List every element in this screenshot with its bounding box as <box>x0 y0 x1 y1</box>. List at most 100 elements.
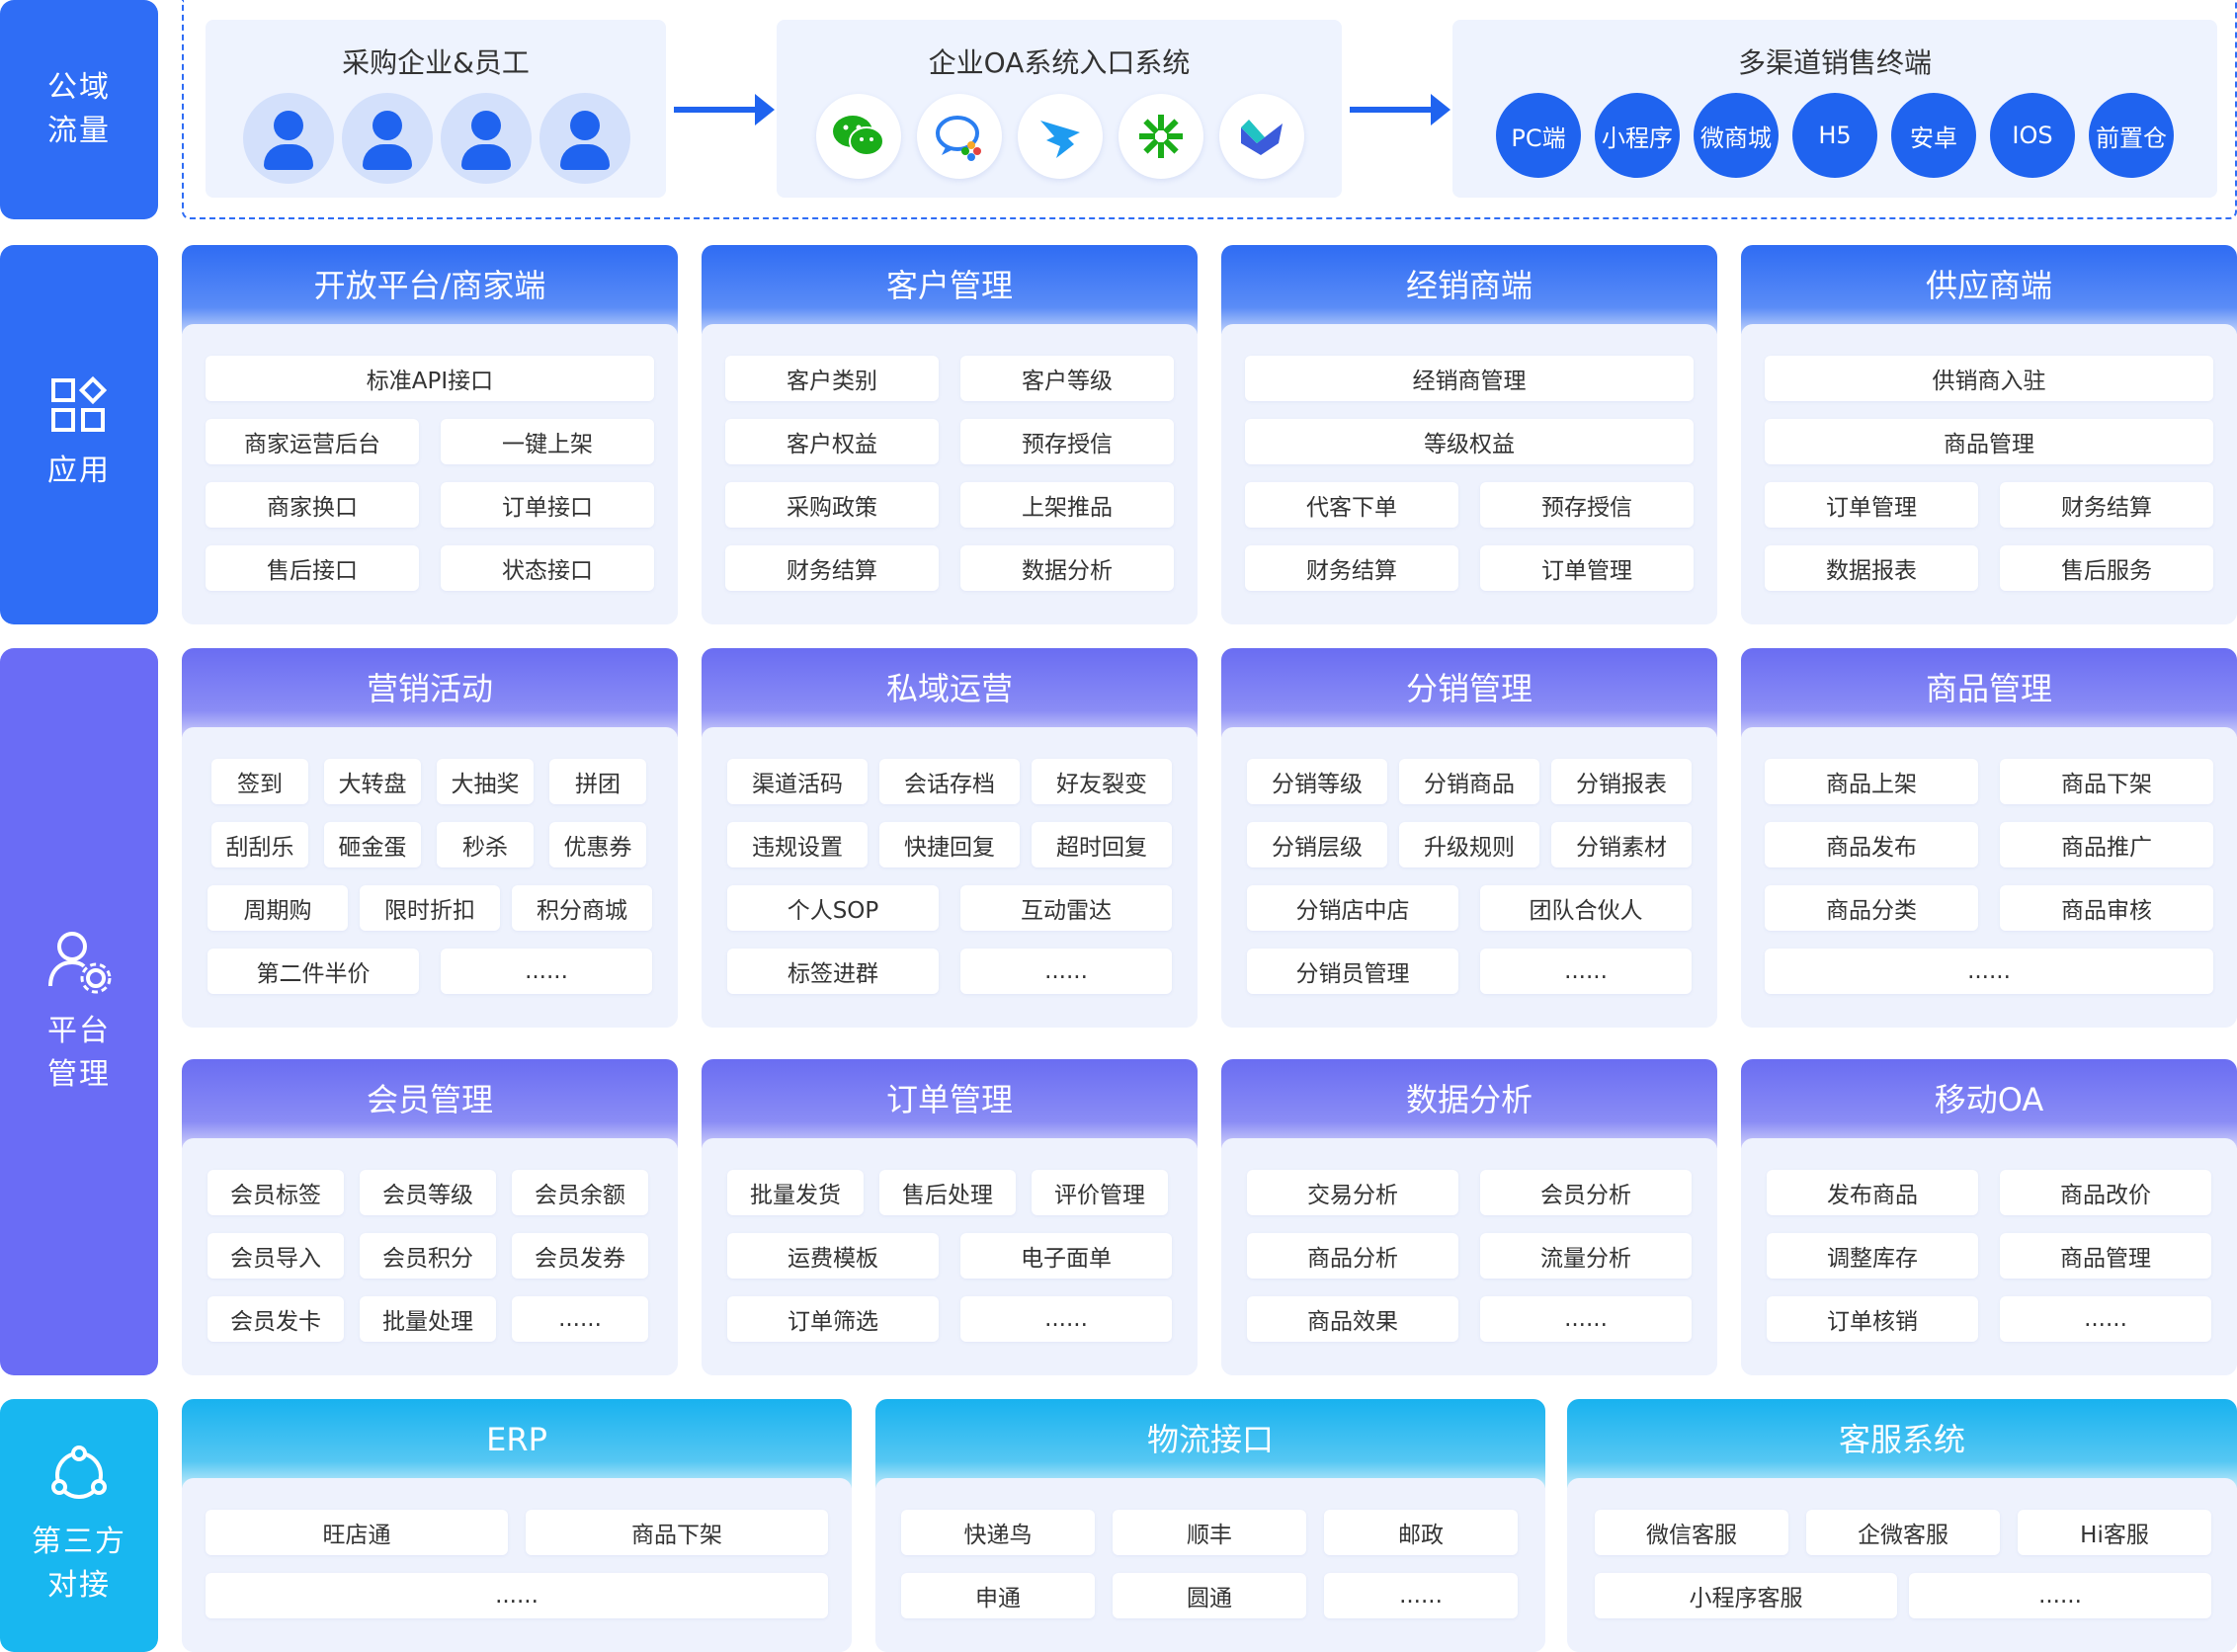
buyer-avatar-1 <box>243 93 334 184</box>
module-item: 分销商品 <box>1399 759 1539 804</box>
module-item: 邮政 <box>1324 1510 1518 1555</box>
module-title: 会员管理 <box>182 1059 678 1148</box>
module-item: 商品下架 <box>526 1510 828 1555</box>
category-apps-label: 应用 <box>47 454 111 488</box>
channel-microshop: 微商城 <box>1694 93 1779 178</box>
module-mobile-oa: 移动OA 发布商品 商品改价 调整库存 商品管理 订单核销 ...... <box>1741 1059 2237 1375</box>
module-title: 开放平台/商家端 <box>182 245 678 334</box>
user-settings-icon <box>48 932 112 994</box>
module-marketing: 营销活动 签到 大转盘 大抽奖 拼团 刮刮乐 砸金蛋 秒杀 优惠券 周期购 限时… <box>182 648 678 1028</box>
module-title: 商品管理 <box>1741 648 2237 737</box>
module-item: ...... <box>960 1296 1172 1342</box>
buyer-avatar-2 <box>342 93 433 184</box>
module-item: ...... <box>1480 949 1692 994</box>
module-item: 经销商管理 <box>1245 356 1694 401</box>
module-item: 代客下单 <box>1245 482 1458 528</box>
channel-front-warehouse: 前置仓 <box>2089 93 2174 178</box>
category-traffic-line1: 公域 <box>47 70 111 105</box>
module-item: 数据分析 <box>960 545 1174 591</box>
module-distribution: 分销管理 分销等级 分销商品 分销报表 分销层级 升级规则 分销素材 分销店中店… <box>1221 648 1717 1028</box>
module-item: 订单管理 <box>1765 482 1978 528</box>
module-item: 财务结算 <box>725 545 939 591</box>
lark-icon <box>1219 94 1304 179</box>
module-item: ...... <box>960 949 1172 994</box>
apps-grid-icon <box>51 376 108 432</box>
module-item: 申通 <box>901 1573 1095 1618</box>
channel-miniprogram: 小程序 <box>1595 93 1680 178</box>
module-item: 会员积分 <box>360 1233 496 1279</box>
module-item: 预存授信 <box>1480 482 1694 528</box>
buyer-avatar-4 <box>539 93 630 184</box>
module-title: 分销管理 <box>1221 648 1717 737</box>
module-item: 等级权益 <box>1245 419 1694 464</box>
module-item: 发布商品 <box>1767 1170 1978 1215</box>
module-item: 订单核销 <box>1767 1296 1978 1342</box>
module-item: 财务结算 <box>2000 482 2213 528</box>
module-item: 评价管理 <box>1032 1170 1168 1215</box>
module-item: 秒杀 <box>437 822 534 867</box>
wechat-icon <box>816 94 901 179</box>
module-item: 订单筛选 <box>727 1296 939 1342</box>
module-item: 商品审核 <box>2000 885 2213 931</box>
module-item: ...... <box>512 1296 648 1342</box>
module-item: 调整库存 <box>1767 1233 1978 1279</box>
module-item: 商品分析 <box>1247 1233 1458 1279</box>
module-title: 私域运营 <box>702 648 1198 737</box>
module-item: 小程序客服 <box>1595 1573 1897 1618</box>
module-item: ...... <box>206 1573 828 1618</box>
category-apps: 应用 <box>0 245 158 624</box>
module-item: 商品分类 <box>1765 885 1978 931</box>
module-item: 升级规则 <box>1399 822 1539 867</box>
module-item: 订单接口 <box>441 482 654 528</box>
module-item: 售后接口 <box>206 545 419 591</box>
buyer-avatar-3 <box>441 93 532 184</box>
module-title: 客户管理 <box>702 245 1198 334</box>
module-item: 顺丰 <box>1113 1510 1306 1555</box>
module-item: 商品下架 <box>2000 759 2213 804</box>
module-item: 采购政策 <box>725 482 939 528</box>
category-platform-line2: 管理 <box>47 1057 111 1092</box>
module-item: 商品效果 <box>1247 1296 1458 1342</box>
module-item: 批量发货 <box>727 1170 864 1215</box>
module-item: 客户等级 <box>960 356 1174 401</box>
module-item: 客户类别 <box>725 356 939 401</box>
category-third-line1: 第三方 <box>32 1525 126 1559</box>
module-item: 商品管理 <box>2000 1233 2211 1279</box>
channel-ios: IOS <box>1990 93 2075 178</box>
module-item: 第二件半价 <box>207 949 419 994</box>
module-item: 商品上架 <box>1765 759 1978 804</box>
module-item: 砸金蛋 <box>324 822 421 867</box>
module-order: 订单管理 批量发货 售后处理 评价管理 运费模板 电子面单 订单筛选 .....… <box>702 1059 1198 1375</box>
module-item: 会话存档 <box>879 759 1020 804</box>
flow-arrow-2 <box>1350 94 1450 125</box>
module-title: 移动OA <box>1741 1059 2237 1148</box>
module-item: ...... <box>1909 1573 2211 1618</box>
module-item: 互动雷达 <box>960 885 1172 931</box>
module-title: 订单管理 <box>702 1059 1198 1148</box>
oa-title: 企业OA系统入口系统 <box>928 46 1191 79</box>
module-item: 分销店中店 <box>1247 885 1458 931</box>
category-platform: 平台 管理 <box>0 648 158 1375</box>
module-item: 商家换口 <box>206 482 419 528</box>
module-item: 快捷回复 <box>879 822 1020 867</box>
module-goods: 商品管理 商品上架 商品下架 商品发布 商品推广 商品分类 商品审核 .....… <box>1741 648 2237 1028</box>
module-item: 大转盘 <box>324 759 421 804</box>
module-item: 商家运营后台 <box>206 419 419 464</box>
module-item: 电子面单 <box>960 1233 1172 1279</box>
module-item: 好友裂变 <box>1032 759 1172 804</box>
dingtalk-icon <box>1018 94 1103 179</box>
module-item: 订单管理 <box>1480 545 1694 591</box>
module-item: 圆通 <box>1113 1573 1306 1618</box>
module-title: 客服系统 <box>1567 1399 2237 1488</box>
module-item: ...... <box>1324 1573 1518 1618</box>
module-item: 微信客服 <box>1595 1510 1788 1555</box>
module-item: 预存授信 <box>960 419 1174 464</box>
module-item: 快递鸟 <box>901 1510 1095 1555</box>
module-item: 商品管理 <box>1765 419 2213 464</box>
oa-box: 企业OA系统入口系统 <box>777 20 1342 198</box>
module-item: 标签进群 <box>727 949 939 994</box>
module-item: 大抽奖 <box>437 759 534 804</box>
module-item: 上架推品 <box>960 482 1174 528</box>
buyers-box: 采购企业&员工 <box>206 20 666 198</box>
module-title: ERP <box>182 1399 852 1488</box>
